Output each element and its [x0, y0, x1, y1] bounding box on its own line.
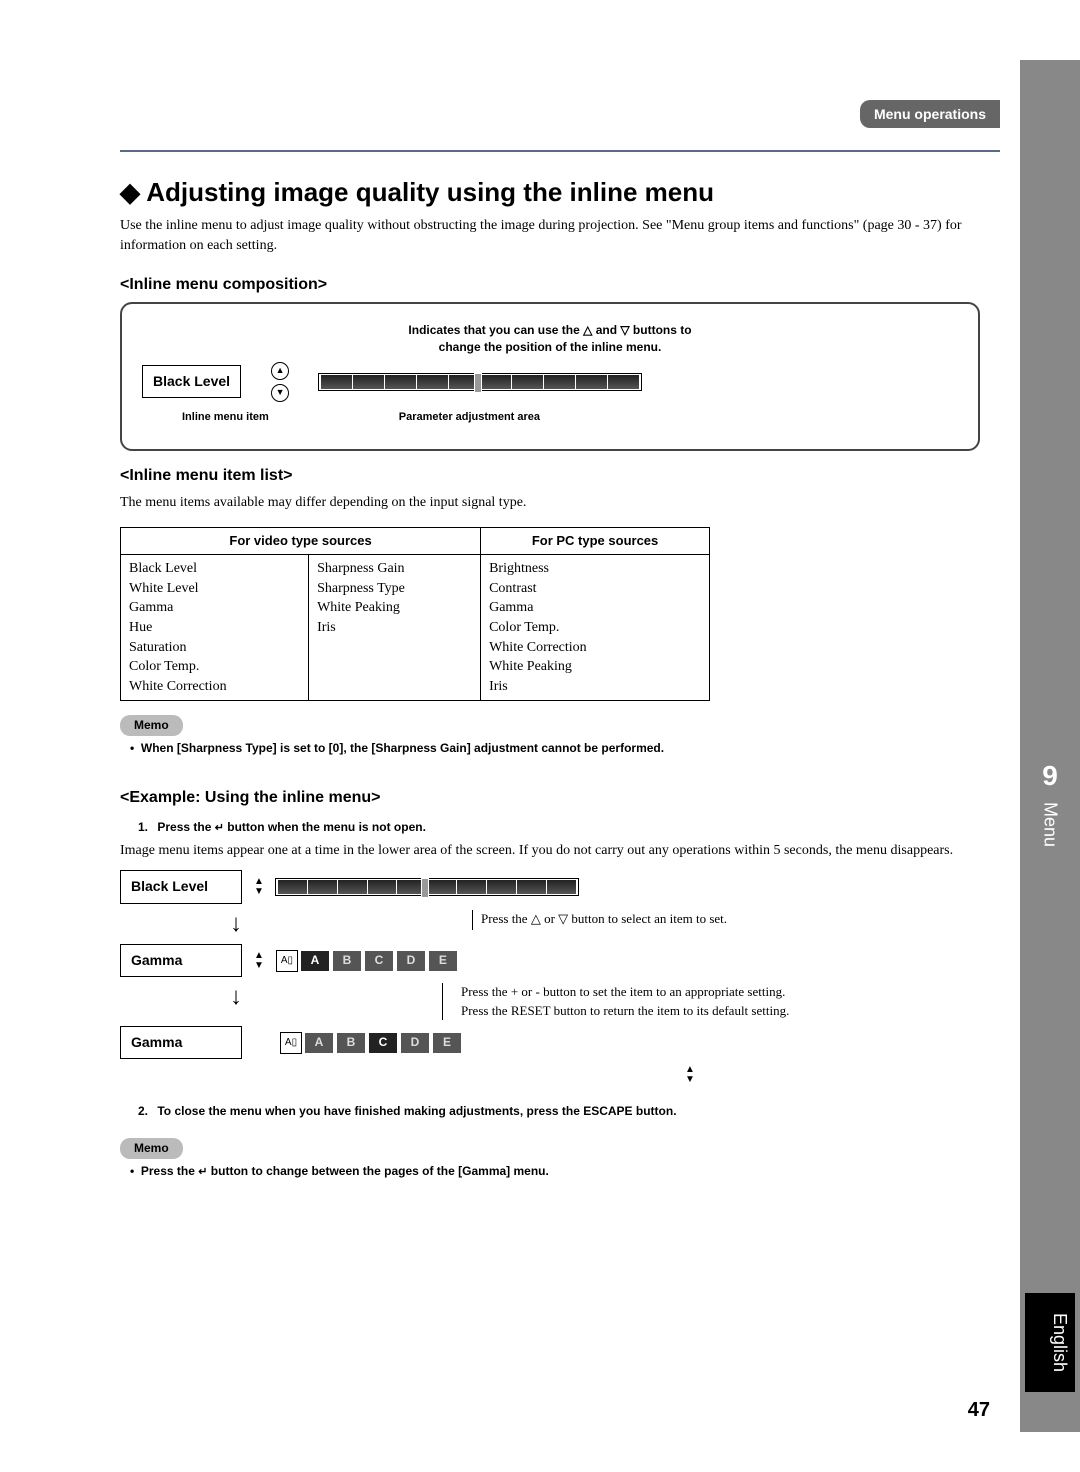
- section-heading-list: <Inline menu item list>: [120, 465, 980, 487]
- down-arrow-icon: ↓: [230, 985, 242, 1017]
- label-parameter-area: Parameter adjustment area: [399, 410, 540, 425]
- gamma-option: D: [396, 950, 426, 972]
- note-adjust: Press the + or - button to set the item …: [461, 983, 789, 1001]
- gamma-option: C: [364, 950, 394, 972]
- page-number: 47: [968, 1399, 990, 1422]
- memo-badge: Memo: [120, 1138, 183, 1159]
- section-heading-composition: <Inline menu composition>: [120, 274, 980, 296]
- arrow-indicator: ▲▼: [254, 877, 264, 897]
- chapter-label: Menu: [1040, 802, 1061, 847]
- pc-col: BrightnessContrastGammaColor Temp.White …: [481, 555, 710, 701]
- breadcrumb-category: Menu operations: [860, 100, 1000, 128]
- section-heading-example: <Example: Using the inline menu>: [120, 787, 980, 809]
- gamma-page-icon: A▯: [276, 950, 298, 972]
- caption-line-1: Indicates that you can use the △ and ▽ b…: [408, 323, 691, 337]
- down-arrow-icon: ▼: [271, 384, 289, 402]
- gamma-option: B: [336, 1032, 366, 1054]
- arrow-indicator: ▲▼: [254, 951, 264, 971]
- gamma-selector-1: A▯ A B C D E: [276, 950, 458, 972]
- gamma-selector-2: A▯ A B C D E: [280, 1032, 462, 1054]
- note-select-item: Press the △ or ▽ button to select an ite…: [472, 910, 727, 930]
- gamma-option: E: [428, 950, 458, 972]
- enter-icon: ↵: [215, 822, 224, 834]
- label-inline-item: Inline menu item: [182, 410, 269, 425]
- gamma-option: E: [432, 1032, 462, 1054]
- list-intro: The menu items available may differ depe…: [120, 493, 980, 513]
- gamma-page-icon: A▯: [280, 1032, 302, 1054]
- slider-thumb: [474, 373, 482, 393]
- memo-text-1: • When [Sharpness Type] is set to [0], t…: [130, 740, 980, 757]
- note-reset: Press the RESET button to return the ite…: [461, 1002, 789, 1020]
- parameter-slider: [319, 374, 641, 390]
- example-item-gamma-1: Gamma: [120, 944, 242, 978]
- caption-line-2: change the position of the inline menu.: [439, 340, 662, 354]
- down-arrow-icon: ↓: [230, 912, 242, 936]
- example-item-gamma-2: Gamma: [120, 1026, 242, 1060]
- menu-item-table: For video type sources For PC type sourc…: [120, 527, 710, 701]
- intro-paragraph: Use the inline menu to adjust image qual…: [120, 216, 980, 255]
- th-pc: For PC type sources: [481, 527, 710, 554]
- header-rule: [120, 150, 1000, 152]
- gamma-option: B: [332, 950, 362, 972]
- side-navigation-strip: 9 Menu English: [1020, 60, 1080, 1432]
- language-tab: English: [1025, 1293, 1075, 1392]
- up-down-indicator: ▲ ▼: [271, 362, 289, 402]
- composition-diagram: Indicates that you can use the △ and ▽ b…: [120, 302, 980, 451]
- memo-text-2: • Press the ↵ button to change between t…: [130, 1163, 980, 1180]
- example-slider-1: [276, 879, 578, 895]
- memo-badge: Memo: [120, 715, 183, 736]
- inline-item-box: Black Level: [142, 365, 241, 399]
- th-video: For video type sources: [121, 527, 481, 554]
- step-1-body: Image menu items appear one at a time in…: [120, 841, 980, 861]
- gamma-option: A: [300, 950, 330, 972]
- chapter-number: 9: [1020, 760, 1080, 792]
- gamma-option: A: [304, 1032, 334, 1054]
- step-2: 2. To close the menu when you have finis…: [138, 1103, 980, 1120]
- video-col-2: Sharpness GainSharpness TypeWhite Peakin…: [309, 555, 481, 701]
- page-title: Adjusting image quality using the inline…: [120, 174, 980, 210]
- diagram-caption: Indicates that you can use the △ and ▽ b…: [142, 322, 958, 356]
- up-arrow-icon: ▲: [271, 362, 289, 380]
- example-item-blacklevel: Black Level: [120, 870, 242, 904]
- gamma-option: C: [368, 1032, 398, 1054]
- gamma-option: D: [400, 1032, 430, 1054]
- page-content: Adjusting image quality using the inline…: [120, 170, 980, 1180]
- manual-page: 9 Menu English Menu operations Adjusting…: [0, 0, 1080, 1472]
- step-1: 1. Press the ↵ button when the menu is n…: [138, 819, 980, 836]
- arrow-indicator: ▲▼: [400, 1065, 980, 1085]
- video-col-1: Black LevelWhite LevelGammaHueSaturation…: [121, 555, 309, 701]
